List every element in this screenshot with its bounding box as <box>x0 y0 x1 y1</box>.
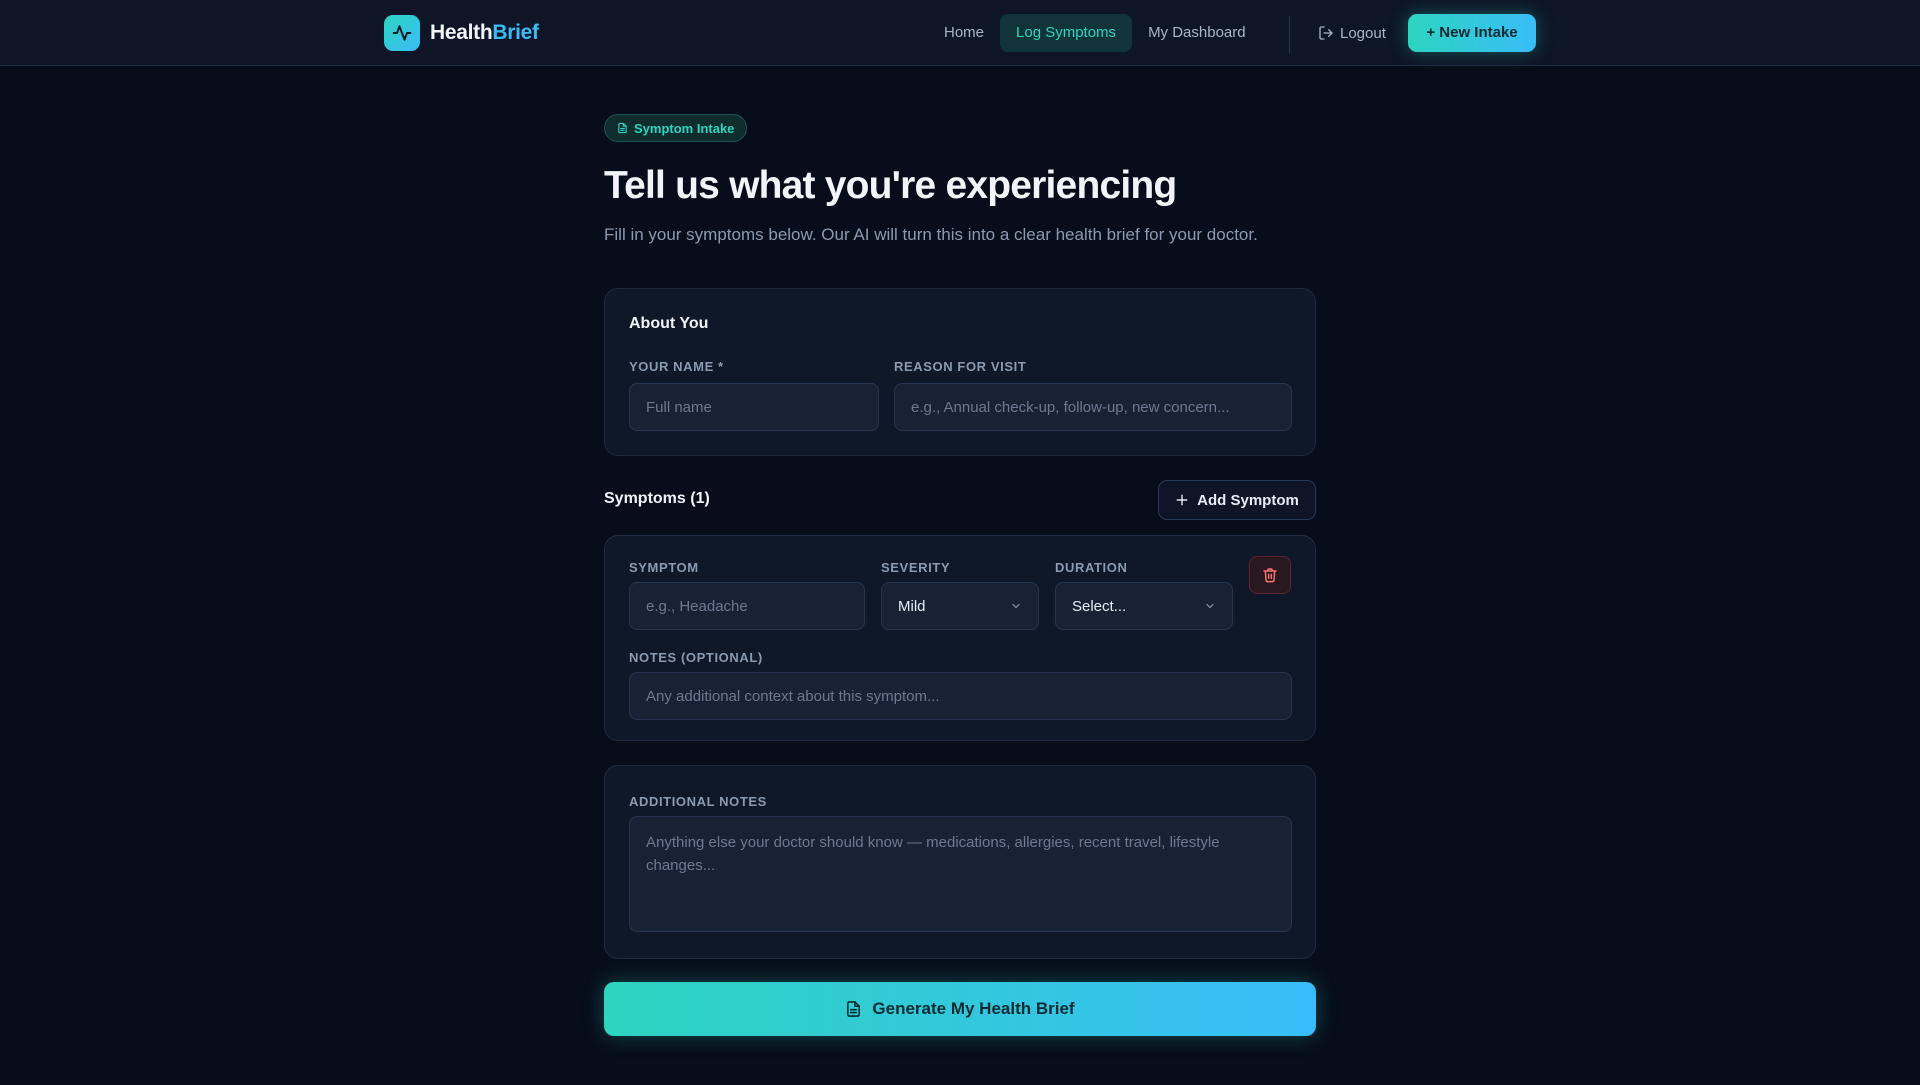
brand[interactable]: HealthBrief <box>384 14 539 52</box>
activity-icon <box>384 15 420 51</box>
page-title: Tell us what you're experiencing <box>604 164 1177 207</box>
logout-icon <box>1319 26 1333 40</box>
reason-input[interactable] <box>894 383 1292 431</box>
additional-notes-label: Additional Notes <box>629 794 767 809</box>
symptom-input[interactable] <box>629 582 865 630</box>
logout-button[interactable]: Logout <box>1318 14 1386 52</box>
severity-value: Mild <box>898 597 926 615</box>
add-symptom-button[interactable]: Add Symptom <box>1158 480 1316 520</box>
chevron-down-icon <box>1012 603 1020 609</box>
symptom-card: Symptom Severity Mild Duration Select... <box>604 535 1316 741</box>
nav-divider <box>1289 16 1290 54</box>
additional-notes-textarea[interactable] <box>629 816 1292 932</box>
brand-name: HealthBrief <box>430 21 539 45</box>
brand-name-part2: Brief <box>492 21 539 44</box>
generate-brief-label: Generate My Health Brief <box>872 999 1075 1018</box>
main-nav: Home Log Symptoms My Dashboard <box>928 14 1262 52</box>
intake-form: Symptom Intake Tell us what you're exper… <box>604 114 1316 1036</box>
nav-home[interactable]: Home <box>928 14 1000 52</box>
plus-icon <box>1176 494 1188 506</box>
chevron-down-icon <box>1206 603 1214 609</box>
name-input[interactable] <box>629 383 879 431</box>
add-symptom-label: Add Symptom <box>1197 491 1299 509</box>
duration-select[interactable]: Select... <box>1055 582 1233 630</box>
logout-label: Logout <box>1340 24 1386 42</box>
tag-label: Symptom Intake <box>634 120 735 136</box>
nav-my-dashboard[interactable]: My Dashboard <box>1132 14 1262 52</box>
symptoms-title: Symptoms (1) <box>604 490 710 507</box>
about-you-card: About You Your Name * Reason for Visit <box>604 288 1316 456</box>
about-you-title: About You <box>629 315 709 332</box>
new-intake-button[interactable]: + New Intake <box>1408 14 1536 52</box>
delete-symptom-button[interactable] <box>1249 556 1291 594</box>
symptom-intake-tag: Symptom Intake <box>604 114 748 142</box>
trash-icon <box>1263 568 1277 583</box>
severity-select[interactable]: Mild <box>881 582 1039 630</box>
name-label: Your Name * <box>629 359 724 374</box>
severity-label: Severity <box>881 560 951 575</box>
reason-label: Reason for Visit <box>894 359 1027 374</box>
notes-label: Notes (Optional) <box>629 650 763 665</box>
nav-log-symptoms[interactable]: Log Symptoms <box>1000 14 1133 52</box>
document-icon <box>618 122 627 134</box>
brand-name-part1: Health <box>430 21 493 44</box>
top-navbar: HealthBrief Home Log Symptoms My Dashboa… <box>0 0 1920 66</box>
page-subtitle: Fill in your symptoms below. Our AI will… <box>604 225 1258 244</box>
document-icon <box>847 1001 861 1017</box>
duration-label: Duration <box>1055 560 1128 575</box>
symptom-label: Symptom <box>629 560 699 575</box>
symptom-notes-input[interactable] <box>629 672 1292 720</box>
duration-value: Select... <box>1072 597 1127 615</box>
symptoms-header: Symptoms (1) Add Symptom <box>604 480 1316 520</box>
additional-notes-card: Additional Notes <box>604 765 1316 959</box>
generate-brief-button[interactable]: Generate My Health Brief <box>604 982 1316 1036</box>
